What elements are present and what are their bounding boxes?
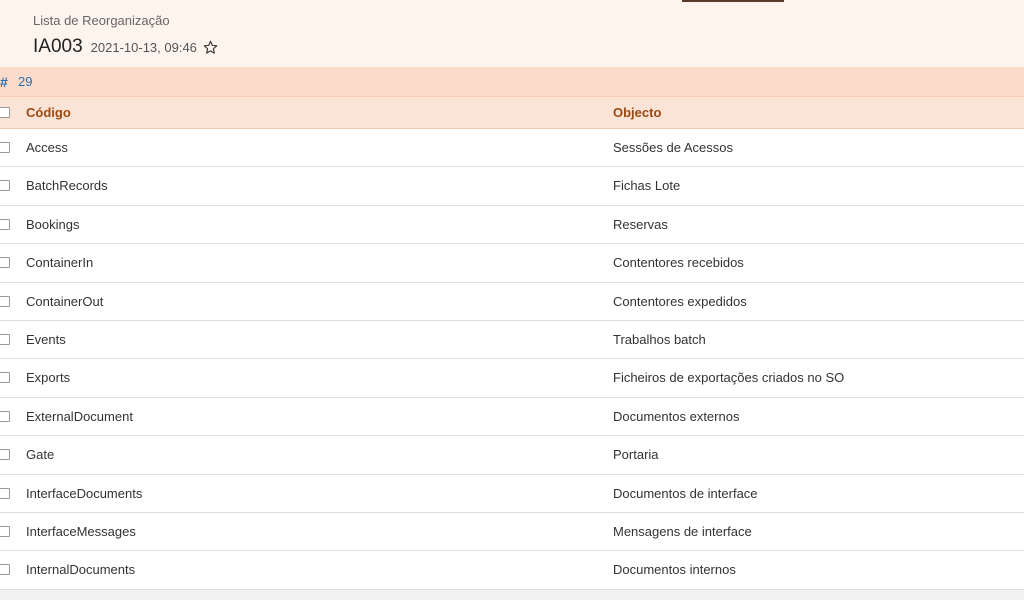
row-checkbox[interactable]: [0, 372, 10, 384]
hash-icon: #: [0, 73, 8, 90]
row-checkbox[interactable]: [0, 180, 10, 192]
table-header: Código Objecto: [0, 96, 1024, 129]
breadcrumb[interactable]: Lista de Reorganização: [33, 13, 170, 28]
record-header: Lista de Reorganização IA003 2021-10-13,…: [0, 0, 1024, 67]
table-row[interactable]: InterfaceMessages Mensagens de interface: [0, 513, 1024, 552]
cell-codigo[interactable]: ExternalDocument: [26, 398, 133, 436]
record-timestamp: 2021-10-13, 09:46: [90, 39, 197, 55]
row-checkbox[interactable]: [0, 295, 10, 307]
title-row: IA003 2021-10-13, 09:46: [33, 35, 219, 59]
star-outline-icon[interactable]: [203, 39, 219, 55]
record-count-bar: # 29: [0, 67, 1024, 96]
cell-codigo[interactable]: ContainerOut: [26, 283, 103, 321]
table-row[interactable]: Events Trabalhos batch: [0, 321, 1024, 360]
row-checkbox[interactable]: [0, 333, 10, 345]
cell-codigo[interactable]: Access: [26, 129, 68, 167]
cell-objecto[interactable]: Ficheiros de exportações criados no SO: [613, 359, 844, 397]
cell-objecto[interactable]: Trabalhos batch: [613, 321, 706, 359]
cell-objecto[interactable]: Reservas: [613, 206, 668, 244]
table-row[interactable]: Bookings Reservas: [0, 206, 1024, 245]
row-checkbox[interactable]: [0, 142, 10, 153]
cell-codigo[interactable]: Exports: [26, 359, 70, 397]
cell-codigo[interactable]: InternalDocuments: [26, 551, 135, 589]
active-tab-indicator: [682, 0, 784, 2]
cell-objecto[interactable]: Portaria: [613, 436, 659, 474]
table-row[interactable]: InterfaceDocuments Documentos de interfac…: [0, 475, 1024, 513]
cell-codigo[interactable]: InterfaceDocuments: [26, 475, 142, 513]
cell-codigo[interactable]: InterfaceMessages: [26, 513, 136, 551]
table-row[interactable]: BatchRecords Fichas Lote: [0, 167, 1024, 206]
cell-objecto[interactable]: Fichas Lote: [613, 167, 680, 205]
footer-strip: [0, 590, 1024, 600]
cell-codigo[interactable]: ContainerIn: [26, 244, 93, 282]
row-checkbox[interactable]: [0, 410, 10, 422]
cell-objecto[interactable]: Contentores recebidos: [613, 244, 744, 282]
cell-codigo[interactable]: Gate: [26, 436, 54, 474]
row-checkbox[interactable]: [0, 487, 10, 499]
table-row[interactable]: ContainerIn Contentores recebidos: [0, 244, 1024, 283]
cell-objecto[interactable]: Sessões de Acessos: [613, 129, 733, 167]
data-table: Código Objecto Access Sessões de Acessos B…: [0, 96, 1024, 590]
column-header-objecto[interactable]: Objecto: [613, 105, 661, 120]
table-row[interactable]: Exports Ficheiros de exportações criados …: [0, 359, 1024, 398]
row-checkbox[interactable]: [0, 564, 10, 576]
cell-codigo[interactable]: Events: [26, 321, 66, 359]
cell-objecto[interactable]: Documentos internos: [613, 551, 736, 589]
table-row[interactable]: InternalDocuments Documentos internos: [0, 551, 1024, 590]
row-checkbox[interactable]: [0, 257, 10, 269]
cell-objecto[interactable]: Documentos externos: [613, 398, 739, 436]
table-row[interactable]: ExternalDocument Documentos externos: [0, 398, 1024, 437]
cell-objecto[interactable]: Contentores expedidos: [613, 283, 747, 321]
row-checkbox[interactable]: [0, 218, 10, 230]
cell-objecto[interactable]: Documentos de interface: [613, 475, 758, 513]
table-row[interactable]: Access Sessões de Acessos: [0, 129, 1024, 168]
cell-objecto[interactable]: Mensagens de interface: [613, 513, 752, 551]
table-row[interactable]: ContainerOut Contentores expedidos: [0, 283, 1024, 321]
page-title: IA003: [33, 36, 83, 57]
row-checkbox[interactable]: [0, 449, 10, 461]
cell-codigo[interactable]: Bookings: [26, 206, 79, 244]
column-header-codigo[interactable]: Código: [26, 105, 71, 120]
row-checkbox[interactable]: [0, 525, 10, 537]
select-all-checkbox[interactable]: [0, 107, 10, 118]
table-body: Access Sessões de Acessos BatchRecords Fich…: [0, 129, 1024, 590]
cell-codigo[interactable]: BatchRecords: [26, 167, 108, 205]
table-row[interactable]: Gate Portaria: [0, 436, 1024, 475]
record-count: 29: [18, 74, 33, 89]
